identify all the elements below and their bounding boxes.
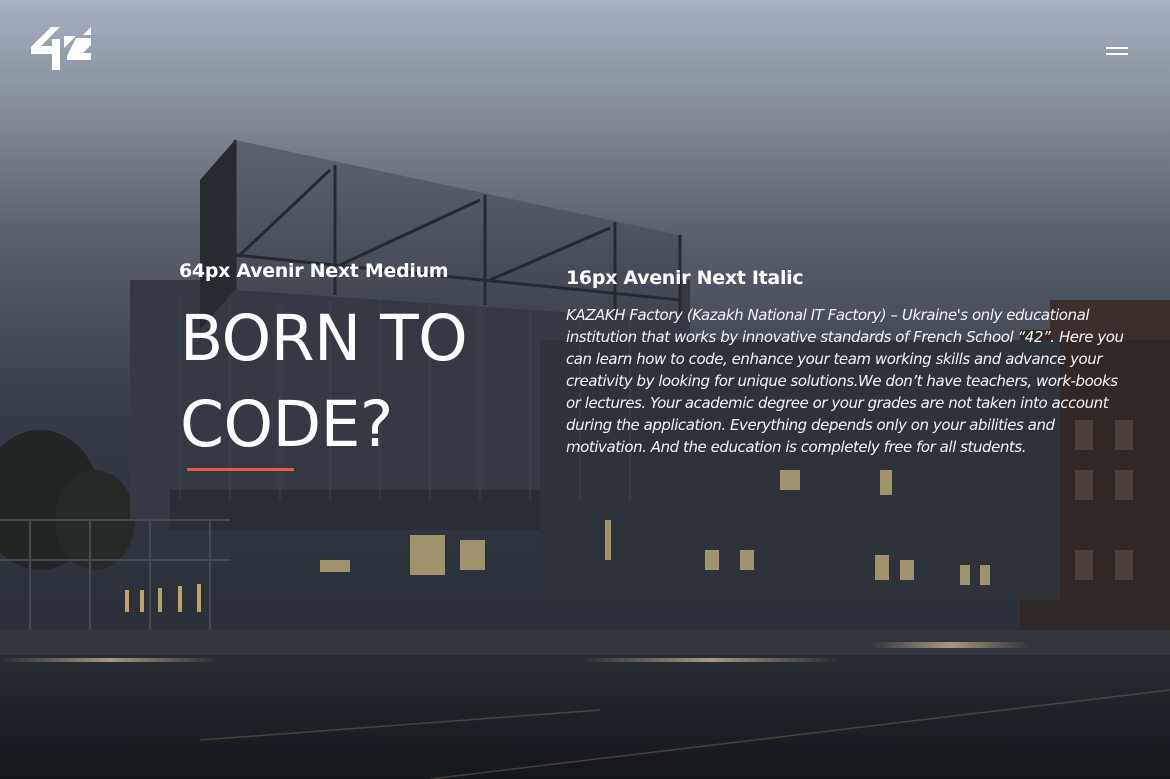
title-underline — [187, 468, 294, 471]
hero-title: BORN TO CODE? — [180, 302, 468, 461]
hero-left-caption: 64px Avenir Next Medium — [179, 260, 449, 282]
menu-line-top — [1106, 47, 1128, 49]
hamburger-menu-icon[interactable] — [1102, 43, 1132, 61]
menu-line-bottom — [1106, 53, 1128, 55]
42-logo-icon — [31, 27, 91, 70]
hero-right-caption: 16px Avenir Next Italic — [566, 267, 804, 289]
hero-description: KAZAKH Factory (Kazakh National IT Facto… — [566, 306, 1124, 456]
42-logo[interactable] — [31, 27, 91, 70]
